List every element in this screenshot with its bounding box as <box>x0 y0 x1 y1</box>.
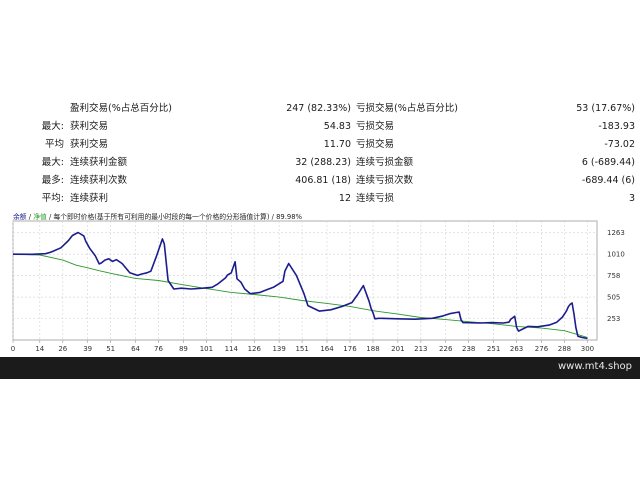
profit-label: 获利交易 <box>70 139 109 150</box>
x-tick-label: 201 <box>391 345 404 353</box>
x-tick-label: 288 <box>558 345 571 353</box>
x-tick-label: 14 <box>35 345 44 353</box>
x-tick-label: 164 <box>320 345 334 353</box>
y-tick-label: 758 <box>607 272 620 280</box>
row-prefix: 最大: <box>41 121 64 132</box>
trade-statistics-table: 盈利交易(%占总百分比) 247 (82.33%) 亏损交易(%占总百分比) 5… <box>0 100 640 208</box>
loss-value: -689.44 (6) <box>581 175 635 186</box>
x-tick-label: 26 <box>58 345 67 353</box>
profit-label: 连续获利金额 <box>70 157 128 168</box>
x-tick-label: 51 <box>106 345 115 353</box>
row-prefix: 平均 <box>44 139 64 150</box>
stats-row: 盈利交易(%占总百分比) 247 (82.33%) 亏损交易(%占总百分比) 5… <box>0 100 640 118</box>
y-tick-label: 253 <box>607 315 620 323</box>
profit-value: 32 (288.23) <box>295 157 351 168</box>
balance-equity-chart: 253 505 758 1010 1263 0 14 26 39 51 64 76 89 101 114 12… <box>10 207 635 357</box>
y-tick-label: 1010 <box>607 251 625 259</box>
chart-canvas: 253 505 758 1010 1263 0 14 26 39 51 64 76 89 101 114 12… <box>11 220 625 353</box>
row-prefix: 最多: <box>41 175 64 186</box>
loss-value: -183.93 <box>598 121 635 132</box>
loss-label: 亏损交易(%占总百分比) <box>356 103 458 114</box>
loss-label: 亏损交易 <box>356 139 395 150</box>
loss-value: 3 <box>628 193 635 204</box>
x-tick-label: 0 <box>11 345 15 353</box>
x-tick-label: 263 <box>510 345 523 353</box>
profit-value: 11.70 <box>323 139 351 150</box>
x-tick-label: 89 <box>179 345 188 353</box>
loss-label: 连续亏损金额 <box>356 157 414 168</box>
balance-legend-label: 余额 <box>13 213 27 221</box>
legend-separator: / <box>28 213 32 221</box>
profit-value: 406.81 (18) <box>295 175 351 186</box>
profit-value: 12 <box>338 193 351 204</box>
profit-label: 连续获利 <box>70 193 109 204</box>
equity-legend-label: 净值 <box>33 213 47 221</box>
loss-label: 连续亏损 <box>356 193 395 204</box>
x-tick-label: 151 <box>295 345 308 353</box>
site-link[interactable]: www.mt4.shop <box>558 361 632 372</box>
row-prefix: 平均: <box>41 193 64 204</box>
y-tick-label: 1263 <box>607 229 625 237</box>
profit-value: 247 (82.33%) <box>286 103 351 114</box>
x-tick-label: 114 <box>225 345 239 353</box>
y-tick-label: 505 <box>607 294 620 302</box>
x-tick-label: 139 <box>272 345 285 353</box>
x-tick-label: 300 <box>581 345 594 353</box>
x-tick-label: 76 <box>154 345 163 353</box>
footer-bar: www.mt4.shop <box>0 357 640 379</box>
x-tick-label: 64 <box>131 345 140 353</box>
stats-row: 最大: 获利交易 54.83 亏损交易 -183.93 <box>0 118 640 136</box>
row-prefix: 最大: <box>41 157 64 168</box>
chart-legend: 余额 / 净值 / 每个即时价格(基于所有可利用的最小时段的每一个价格的分形插值… <box>13 211 302 221</box>
x-tick-label: 101 <box>200 345 213 353</box>
x-tick-label: 213 <box>414 345 427 353</box>
x-tick-label: 176 <box>343 345 357 353</box>
loss-label: 连续亏损次数 <box>356 175 414 186</box>
stats-row: 平均: 连续获利 12 连续亏损 3 <box>0 190 640 208</box>
x-tick-label: 126 <box>248 345 262 353</box>
x-tick-label: 226 <box>439 345 453 353</box>
x-tick-label: 276 <box>535 345 549 353</box>
stats-row: 最大: 连续获利金额 32 (288.23) 连续亏损金额 6 (-689.44… <box>0 154 640 172</box>
legend-description: 每个即时价格(基于所有可利用的最小时段的每一个价格的分形插值计算) / 89.9… <box>53 213 303 221</box>
x-tick-label: 251 <box>487 345 500 353</box>
profit-label: 获利交易 <box>70 121 109 132</box>
profit-value: 54.83 <box>323 121 351 132</box>
loss-value: -73.02 <box>604 139 635 150</box>
x-tick-label: 39 <box>83 345 92 353</box>
profit-label: 连续获利次数 <box>70 175 128 186</box>
stats-row: 平均 获利交易 11.70 亏损交易 -73.02 <box>0 136 640 154</box>
x-tick-label: 188 <box>366 345 379 353</box>
loss-value: 6 (-689.44) <box>581 157 635 168</box>
loss-label: 亏损交易 <box>356 121 395 132</box>
legend-separator: / <box>49 213 52 221</box>
stats-row: 最多: 连续获利次数 406.81 (18) 连续亏损次数 -689.44 (6… <box>0 172 640 190</box>
profit-label: 盈利交易(%占总百分比) <box>70 103 172 114</box>
loss-value: 53 (17.67%) <box>576 103 635 114</box>
x-tick-label: 238 <box>462 345 475 353</box>
